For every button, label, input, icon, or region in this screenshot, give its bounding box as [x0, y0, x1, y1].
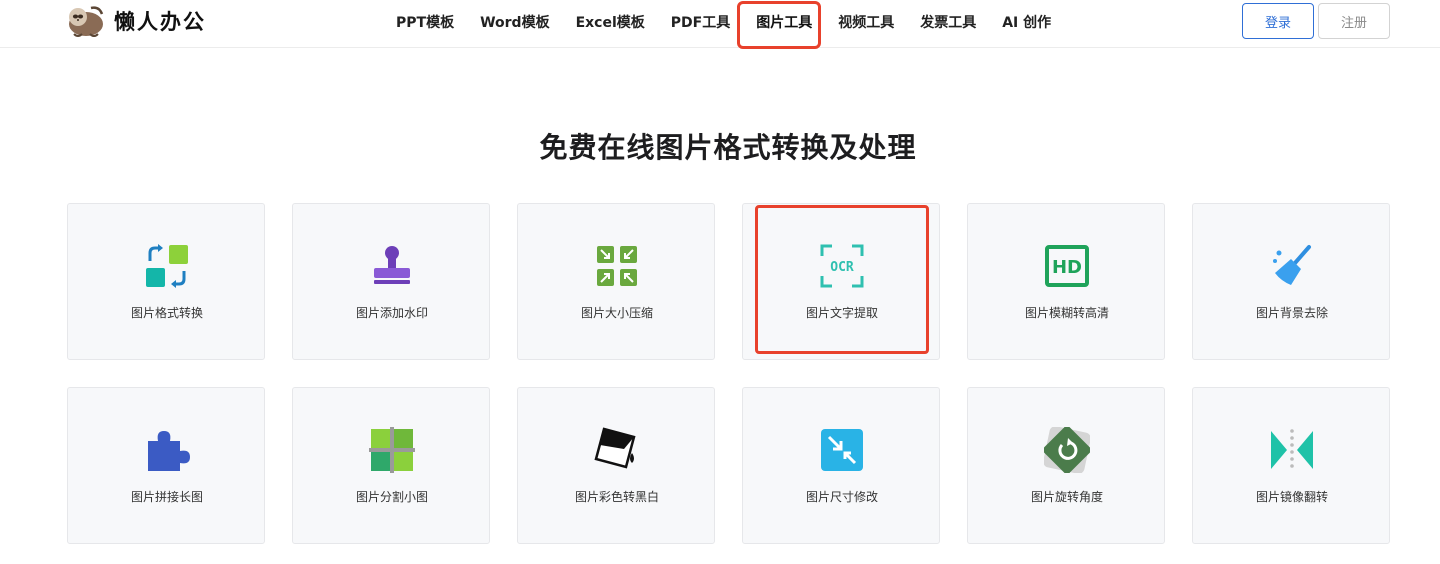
tool-card-mirror[interactable]: 图片镜像翻转	[1192, 387, 1390, 544]
nav-pdf-tools[interactable]: PDF工具	[671, 12, 730, 32]
page-title: 免费在线图片格式转换及处理	[539, 131, 917, 164]
hd-icon: HD	[1045, 245, 1089, 287]
tool-card-remove-bg[interactable]: 图片背景去除	[1192, 203, 1390, 360]
tool-label: 图片背景去除	[1255, 306, 1328, 320]
login-button[interactable]: 登录	[1242, 3, 1314, 39]
tool-card-add-watermark[interactable]: 图片添加水印	[292, 203, 490, 360]
grid-split-icon	[369, 427, 415, 473]
nav-invoice-tools[interactable]: 发票工具	[920, 12, 976, 32]
sloth-logo-icon	[69, 6, 104, 37]
main-nav: PPT模板 Word模板 Excel模板 PDF工具 图片工具 视频工具 发票工…	[396, 0, 1077, 44]
tool-label: 图片分割小图	[355, 490, 428, 504]
tool-label: 图片镜像翻转	[1255, 490, 1328, 504]
nav-word-templates[interactable]: Word模板	[480, 12, 550, 32]
resize-icon	[821, 429, 863, 471]
nav-image-tools[interactable]: 图片工具	[756, 12, 812, 32]
tool-label: 图片文字提取	[805, 306, 878, 320]
top-nav-bar: 懒人办公 PPT模板 Word模板 Excel模板 PDF工具 图片工具 视频工…	[0, 0, 1440, 48]
svg-text:HD: HD	[1052, 257, 1082, 278]
nav-ppt-templates[interactable]: PPT模板	[396, 12, 454, 32]
tool-card-resize[interactable]: 图片尺寸修改	[742, 387, 940, 544]
tool-label: 图片大小压缩	[580, 306, 653, 320]
puzzle-icon	[148, 431, 190, 471]
register-button[interactable]: 注册	[1318, 3, 1390, 39]
tool-label: 图片模糊转高清	[1024, 306, 1109, 320]
nav-ai-create[interactable]: AI 创作	[1002, 12, 1051, 32]
tool-card-grayscale[interactable]: 图片彩色转黑白	[517, 387, 715, 544]
ocr-icon: OCR	[820, 244, 864, 288]
tool-label: 图片拼接长图	[130, 490, 203, 504]
brand-name: 懒人办公	[114, 10, 206, 34]
tool-label: 图片彩色转黑白	[574, 490, 659, 504]
tool-card-hd[interactable]: HD 图片模糊转高清	[967, 203, 1165, 360]
tool-card-compress[interactable]: 图片大小压缩	[517, 203, 715, 360]
tool-label: 图片旋转角度	[1030, 490, 1103, 504]
rotate-icon	[1044, 427, 1090, 473]
tool-label: 图片尺寸修改	[805, 490, 878, 504]
format-convert-icon	[146, 244, 188, 288]
tool-label: 图片格式转换	[130, 306, 203, 320]
nav-video-tools[interactable]: 视频工具	[838, 12, 894, 32]
watermark-stamp-icon	[374, 246, 410, 284]
tool-label: 图片添加水印	[355, 306, 428, 320]
nav-excel-templates[interactable]: Excel模板	[576, 12, 645, 32]
tool-card-format-convert[interactable]: 图片格式转换	[67, 203, 265, 360]
paint-bucket-icon	[594, 427, 636, 469]
tool-card-split-small[interactable]: 图片分割小图	[292, 387, 490, 544]
tool-card-rotate[interactable]: 图片旋转角度	[967, 387, 1165, 544]
tool-card-ocr[interactable]: OCR 图片文字提取	[742, 203, 940, 360]
tool-card-stitch-long[interactable]: 图片拼接长图	[67, 387, 265, 544]
svg-text:OCR: OCR	[830, 260, 854, 275]
compress-icon	[597, 246, 637, 286]
broom-icon	[1273, 245, 1311, 285]
logo[interactable]: 懒人办公	[66, 4, 206, 38]
mirror-flip-icon	[1271, 429, 1313, 469]
